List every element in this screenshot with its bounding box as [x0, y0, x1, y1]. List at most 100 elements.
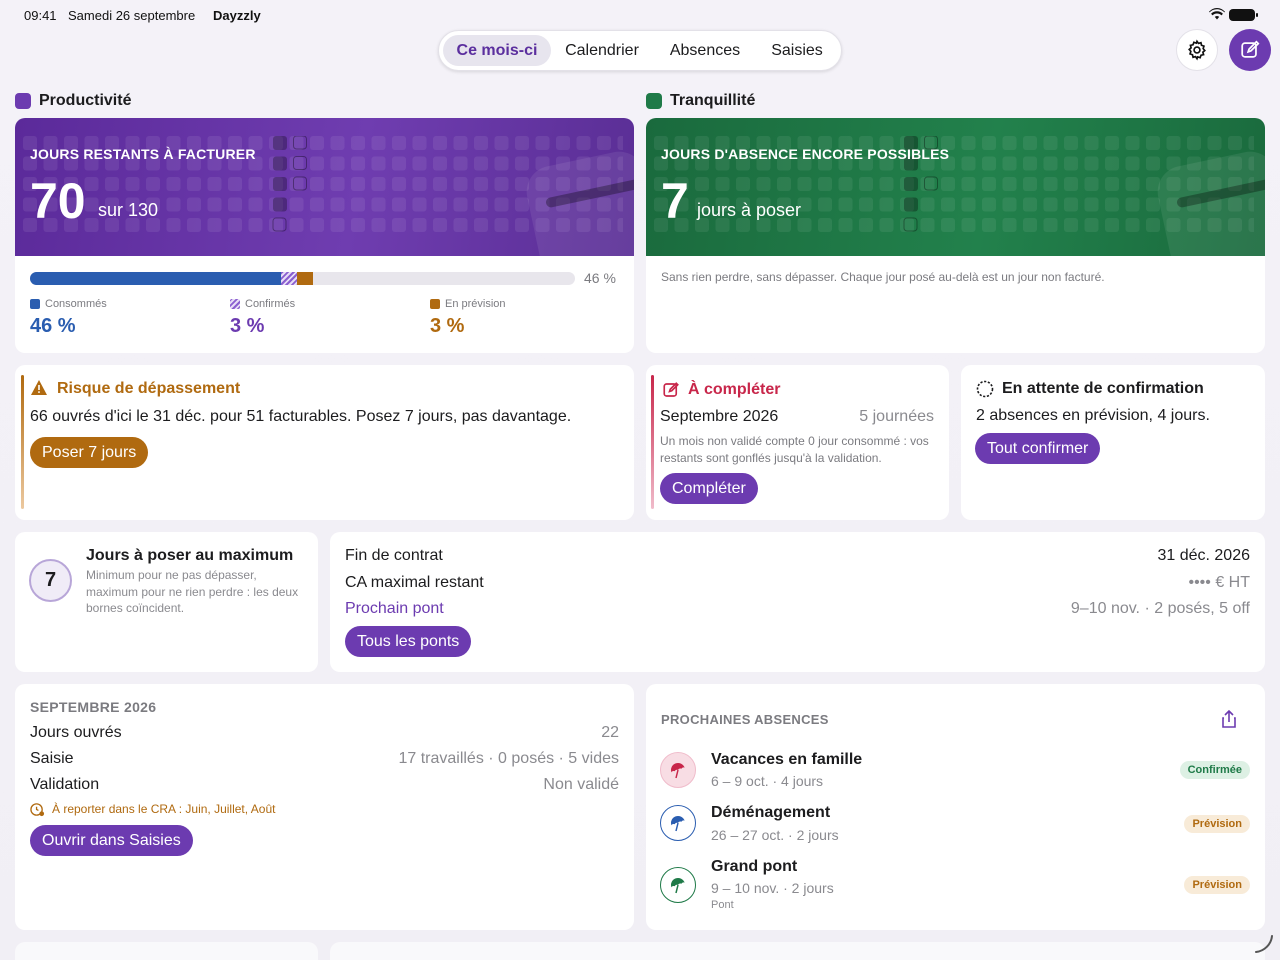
upcoming-absences-card: PROCHAINES ABSENCES Vacances en famille … [646, 684, 1265, 930]
contract-end-value: 31 déc. 2026 [1157, 547, 1250, 564]
compose-icon [1241, 40, 1260, 58]
risk-card: Risque de dépassement 66 ouvrés d'ici le… [15, 365, 634, 520]
status-bar: 09:41 Samedi 26 septembre Dayzzly [0, 0, 1280, 30]
max-days-text: Minimum pour ne pas dépasser, maximum po… [86, 568, 299, 615]
poser-jours-button[interactable]: Poser 7 jours [30, 437, 149, 468]
productivity-suffix: sur 130 [98, 200, 159, 220]
bridge-value: 9–10 nov. · 2 posés, 5 off [1070, 600, 1250, 617]
absence-name: Déménagement [711, 804, 831, 821]
section-title: Productivité [39, 92, 132, 109]
resize-handle-icon[interactable] [1252, 932, 1276, 956]
partial-card [330, 942, 1265, 960]
month-row-value: Non validé [543, 776, 619, 793]
tranquility-icon [646, 93, 662, 109]
absence-name: Grand pont [711, 858, 798, 875]
productivity-card: JOURS RESTANTS À FACTURER 70 sur 130 46 … [15, 118, 634, 353]
contract-ca-value: •••• € HT [1188, 574, 1250, 591]
month-row-value: 17 travaillés · 0 posés · 5 vides [398, 750, 619, 767]
legend-label: Consommés [45, 298, 107, 310]
card-decoration-icon [526, 151, 634, 256]
upcoming-title: PROCHAINES ABSENCES [661, 712, 829, 727]
ouvrir-saisies-button[interactable]: Ouvrir dans Saisies [30, 825, 193, 856]
bridge-link[interactable]: Prochain pont [345, 600, 444, 618]
edit-icon [663, 382, 679, 397]
status-date: Samedi 26 septembre [68, 8, 196, 23]
warning-icon [31, 380, 47, 395]
tranquility-hero: JOURS D'ABSENCE ENCORE POSSIBLES 7 jours… [646, 118, 1265, 256]
compose-button[interactable] [1229, 29, 1271, 71]
month-row-label: Saisie [30, 750, 74, 767]
complete-month: Septembre 2026 [660, 408, 779, 425]
umbrella-icon [660, 805, 696, 841]
pending-card: En attente de confirmation 2 absences en… [961, 365, 1265, 520]
completer-button[interactable]: Compléter [660, 473, 758, 504]
tranquility-label: JOURS D'ABSENCE ENCORE POSSIBLES [661, 146, 950, 162]
share-icon[interactable] [1220, 709, 1238, 729]
legend-label: En prévision [445, 298, 506, 310]
absence-dates: 9 – 10 nov. · 2 jours [711, 880, 834, 896]
legend-confirmed: Confirmés [230, 298, 295, 310]
status-badge: Confirmée [1179, 761, 1250, 779]
legend-label: Confirmés [245, 298, 296, 310]
section-productivite: Productivité [15, 92, 131, 110]
contract-card: Fin de contrat 31 déc. 2026 CA maximal r… [330, 532, 1265, 672]
max-days-value: 7 [29, 559, 72, 602]
status-time: 09:41 [24, 8, 57, 23]
settings-button[interactable] [1176, 29, 1218, 71]
month-report: À reporter dans le CRA : Juin, Juillet, … [52, 802, 276, 816]
absence-tag: Pont [711, 899, 734, 911]
billing-progress-bar [30, 272, 575, 285]
month-row-label: Validation [30, 776, 100, 793]
umbrella-icon [660, 867, 696, 903]
absence-dates: 26 – 27 oct. · 2 jours [711, 827, 839, 843]
productivity-hero: JOURS RESTANTS À FACTURER 70 sur 130 [15, 118, 634, 256]
risk-title: Risque de dépassement [57, 380, 241, 397]
absence-name: Vacances en famille [711, 751, 863, 768]
section-title: Tranquillité [670, 92, 756, 109]
month-title: SEPTEMBRE 2026 [30, 699, 157, 715]
legend-forecast-value: 3 % [430, 315, 465, 337]
progress-label: 46 % [584, 270, 616, 286]
complete-title: À compléter [688, 381, 781, 398]
complete-card: À compléter Septembre 2026 5 journées Un… [646, 365, 949, 520]
status-badge: Prévision [1184, 876, 1250, 894]
productivity-label: JOURS RESTANTS À FACTURER [30, 146, 256, 162]
tranquility-card: JOURS D'ABSENCE ENCORE POSSIBLES 7 jours… [646, 118, 1265, 353]
pending-circle-icon [976, 380, 994, 398]
contract-end-label: Fin de contrat [345, 547, 443, 564]
complete-days: 5 journées [859, 408, 934, 425]
contract-ca-label: CA maximal restant [345, 574, 484, 591]
gear-icon [1188, 39, 1206, 61]
tab-calendrier[interactable]: Calendrier [553, 35, 651, 66]
tranquility-suffix: jours à poser [697, 200, 802, 220]
progress-confirmed [281, 272, 297, 285]
tous-les-ponts-button[interactable]: Tous les ponts [345, 626, 472, 657]
legend-consumed: Consommés [30, 298, 107, 310]
tout-confirmer-button[interactable]: Tout confirmer [975, 433, 1101, 464]
max-days-title: Jours à poser au maximum [86, 547, 294, 564]
productivity-icon [15, 93, 31, 109]
legend-forecast: En prévision [430, 298, 506, 310]
status-app-name: Dayzzly [213, 8, 261, 23]
status-badge: Prévision [1184, 815, 1250, 833]
pending-text: 2 absences en prévision, 4 jours. [976, 407, 1210, 424]
clock-warning-icon [30, 803, 45, 817]
segmented-tabs: Ce mois-ci Calendrier Absences Saisies [438, 30, 842, 71]
month-row-value: 22 [601, 724, 619, 741]
max-days-card: 7 Jours à poser au maximum Minimum pour … [15, 532, 318, 672]
progress-forecast [297, 272, 313, 285]
legend-consumed-value: 46 % [30, 315, 76, 337]
tab-absences[interactable]: Absences [655, 35, 755, 66]
tab-ce-mois-ci[interactable]: Ce mois-ci [443, 35, 551, 66]
tab-saisies[interactable]: Saisies [757, 35, 837, 66]
tranquility-note: Sans rien perdre, sans dépasser. Chaque … [661, 270, 1105, 284]
risk-text: 66 ouvrés d'ici le 31 déc. pour 51 factu… [30, 408, 572, 425]
pending-title: En attente de confirmation [1002, 380, 1204, 397]
month-card: SEPTEMBRE 2026 Jours ouvrés 22 Saisie 17… [15, 684, 634, 930]
legend-confirmed-value: 3 % [230, 315, 265, 337]
battery-icon [1229, 9, 1258, 21]
card-decoration-icon [1157, 151, 1265, 256]
absence-dates: 6 – 9 oct. · 4 jours [711, 773, 824, 789]
tranquility-value: 7 [661, 173, 689, 229]
productivity-value: 70 [30, 173, 86, 229]
